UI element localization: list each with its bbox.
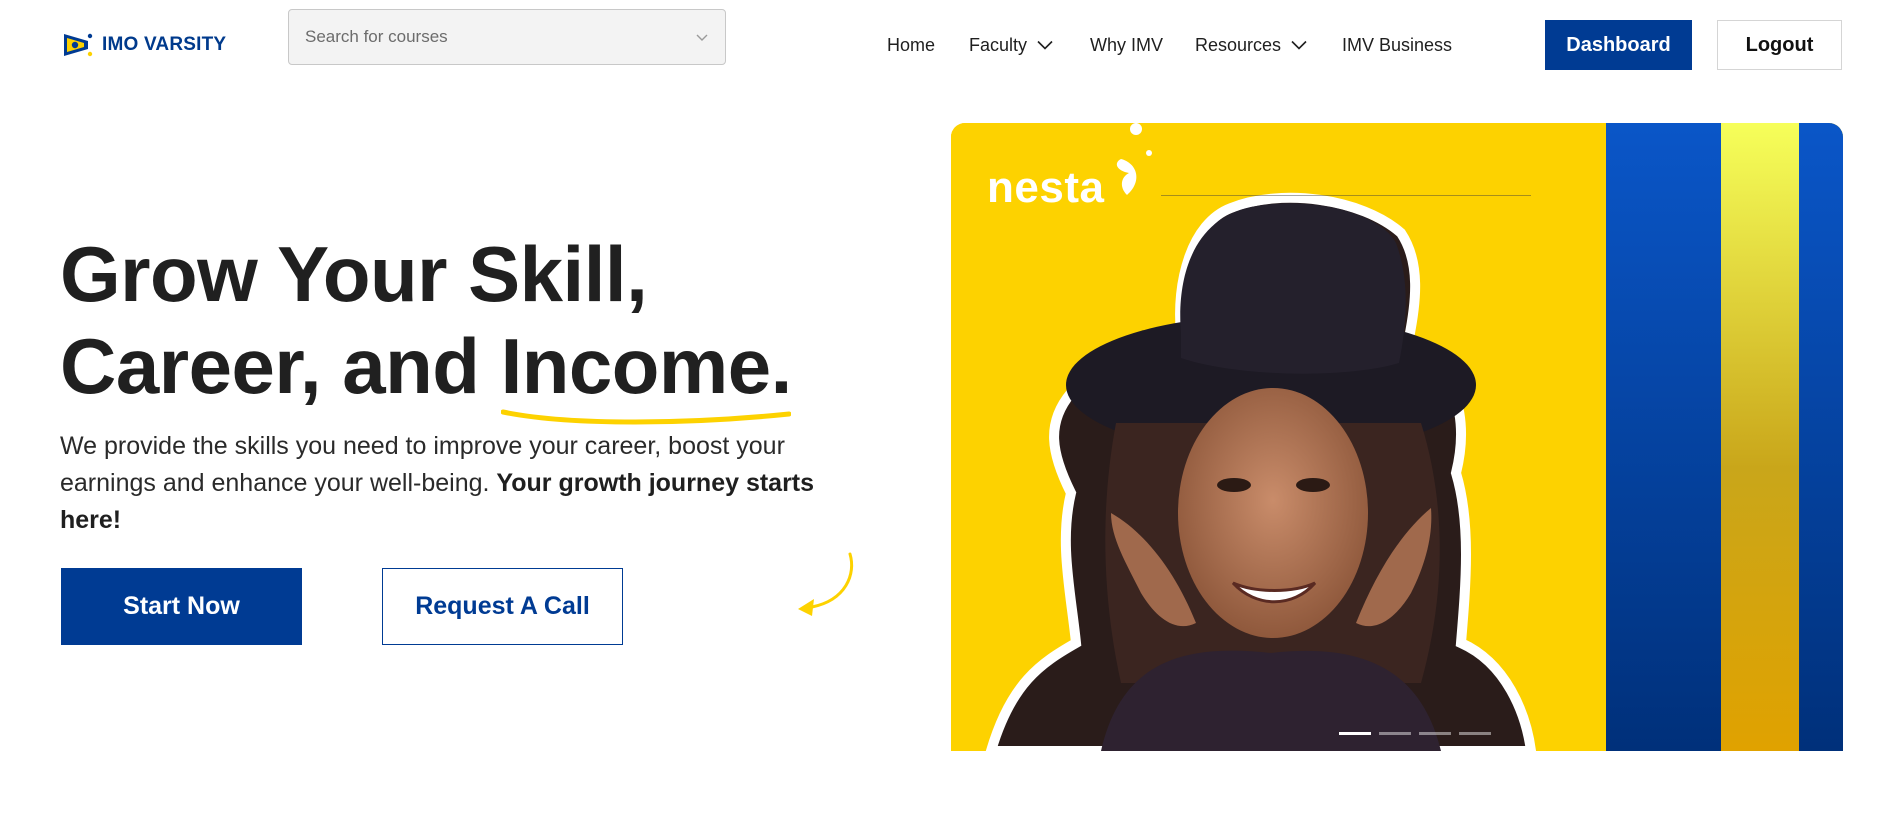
hero-banner: nesta [951,123,1843,751]
carousel-dot[interactable] [1419,732,1451,735]
logo-text: IMO VARSITY [102,34,227,55]
hero-title-prefix: Career, and [60,322,501,410]
banner-brand-rule [1161,195,1531,196]
curved-arrow-icon [798,552,854,616]
carousel-indicators [1339,732,1491,735]
hero-title-line-1: Grow Your Skill, [60,230,648,318]
highlight-underline-icon [500,409,791,425]
nav-item-faculty[interactable]: Faculty [969,30,1053,60]
chevron-down-icon [1037,40,1053,50]
carousel-dot[interactable] [1339,732,1371,735]
hero-title-highlight: Income [500,320,791,425]
hero-title-line-2: Career, and Income. [60,320,940,425]
carousel-dot[interactable] [1379,732,1411,735]
start-now-button[interactable]: Start Now [61,568,302,645]
request-call-button[interactable]: Request A Call [382,568,623,645]
chevron-down-icon[interactable] [695,30,709,44]
nav-item-label: Resources [1195,34,1282,55]
imo-varsity-logo-icon [64,33,93,57]
nav-item-home[interactable]: Home [887,30,935,60]
dashboard-button[interactable]: Dashboard [1545,20,1692,70]
nav-item-label: IMV Business [1342,34,1453,55]
nav-item-imv-business[interactable]: IMV Business [1342,30,1452,60]
logo-link[interactable]: IMO VARSITY [62,30,226,60]
banner-illustration [951,123,1843,751]
banner-brand-logo: nesta [987,163,1105,212]
carousel-dot[interactable] [1459,732,1491,735]
search-box[interactable] [288,9,726,65]
nav-item-resources[interactable]: Resources [1195,30,1307,60]
hero-title-highlight-text: Income [500,322,772,410]
logout-button[interactable]: Logout [1717,20,1842,70]
site-header: IMO VARSITY Home Faculty Why IMV Resourc… [0,0,1893,90]
nav-item-label: Home [887,34,936,55]
nav-item-label: Why IMV [1090,34,1164,55]
hero-title-suffix: . [770,322,793,410]
hero-description: We provide the skills you need to improv… [60,428,860,539]
chevron-down-icon [1291,40,1307,50]
nav-item-label: Faculty [969,34,1028,55]
hero-title: Grow Your Skill, Career, and Income. [60,228,940,425]
nav-item-why-imv[interactable]: Why IMV [1090,30,1163,60]
search-input[interactable] [305,27,695,47]
